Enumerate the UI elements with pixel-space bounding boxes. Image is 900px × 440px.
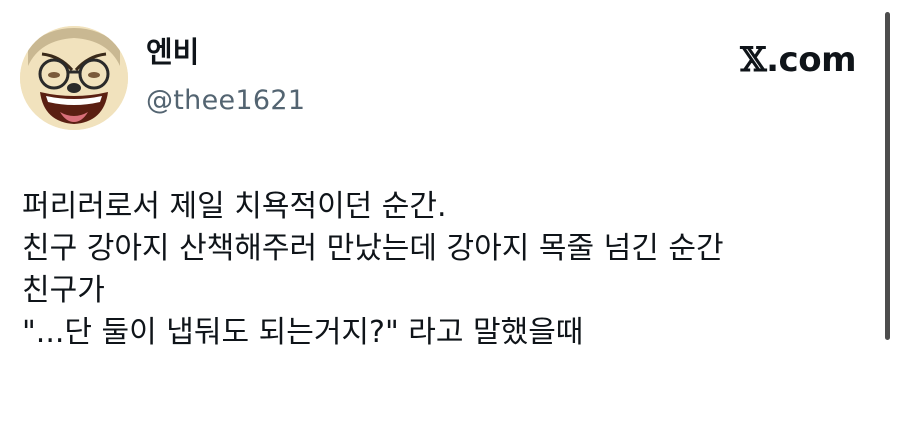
tweet-line: 친구 강아지 산책해주러 만났는데 강아지 목줄 넘긴 순간	[22, 231, 724, 266]
tweet-card: 엔비 @thee1621 𝕏.com 퍼리러로서 제일 치욕적이던 순간. 친구…	[0, 0, 900, 440]
tweet-text: 퍼리러로서 제일 치욕적이던 순간. 친구 강아지 산책해주러 만났는데 강아지…	[22, 186, 862, 354]
x-com-logo: 𝕏.com	[740, 40, 856, 80]
tweet-line: "...단 둘이 냅둬도 되는거지?" 라고 말했을때	[22, 315, 584, 350]
x-logo-icon: 𝕏	[740, 40, 767, 80]
brand-domain: .com	[766, 40, 856, 80]
avatar-illustration	[20, 26, 128, 130]
user-info: 엔비 @thee1621	[146, 34, 305, 118]
user-handle[interactable]: @thee1621	[146, 84, 305, 118]
scrollbar[interactable]	[885, 12, 890, 340]
display-name[interactable]: 엔비	[146, 34, 305, 70]
tweet-line: 친구가	[22, 273, 105, 308]
avatar[interactable]	[20, 26, 128, 130]
tweet-line: 퍼리러로서 제일 치욕적이던 순간.	[22, 189, 447, 224]
